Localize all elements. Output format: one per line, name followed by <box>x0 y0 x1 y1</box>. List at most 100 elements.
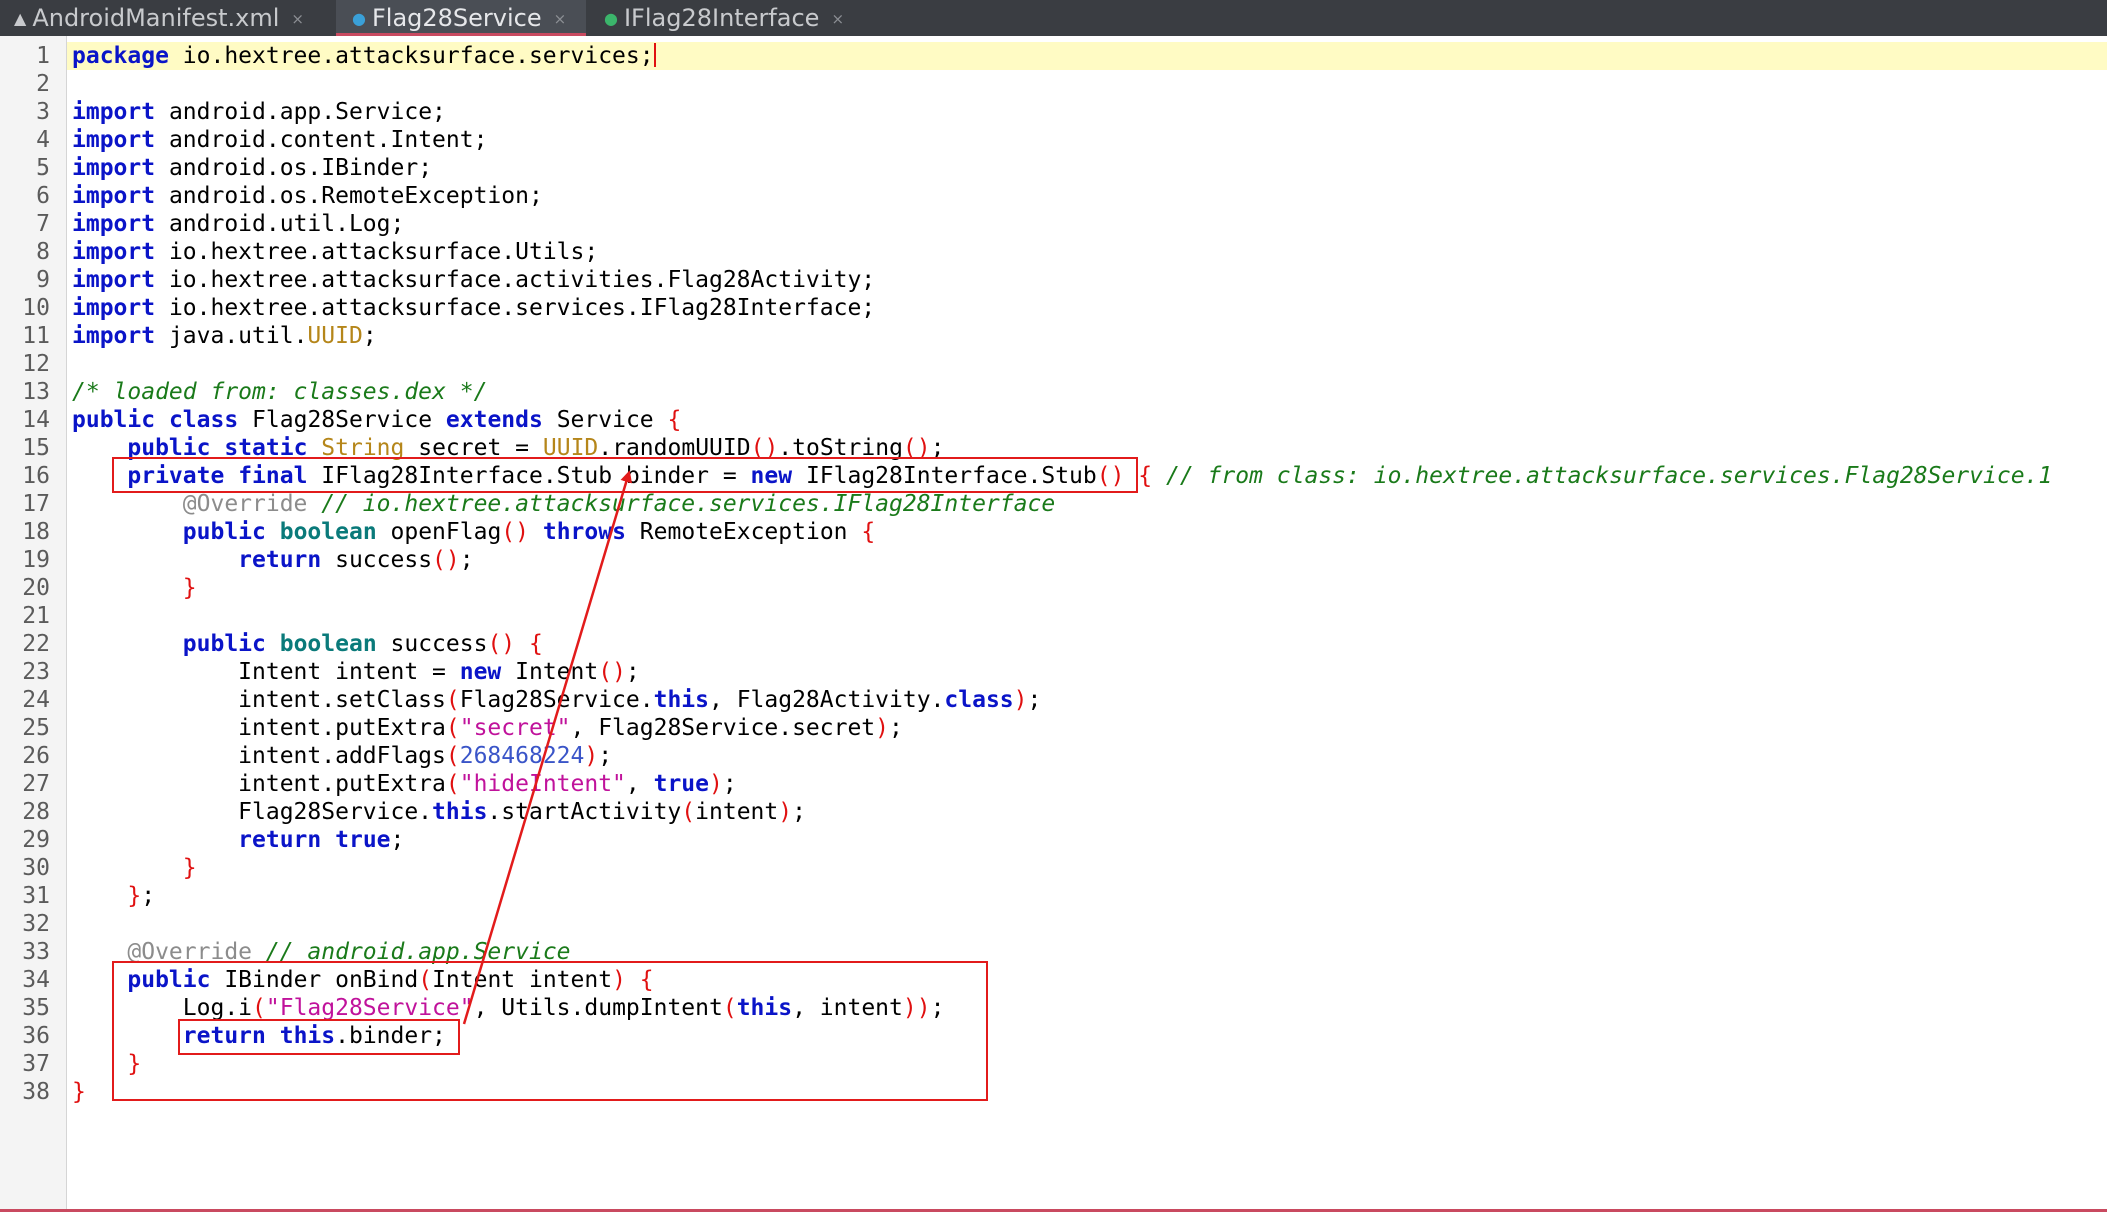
code-token: import <box>72 183 156 209</box>
line-number: 15 <box>22 435 50 461</box>
code-token: Flag28Service. <box>72 799 433 825</box>
code-token: ; <box>1027 687 1042 713</box>
code-line[interactable]: 20 } <box>0 574 2107 602</box>
code-token: Flag28Service. <box>459 687 654 713</box>
code-text: import io.hextree.attacksurface.services… <box>72 294 875 322</box>
code-token: () <box>501 519 529 545</box>
code-line[interactable]: 18 public boolean openFlag() throws Remo… <box>0 518 2107 546</box>
code-line[interactable]: 21 <box>0 602 2107 630</box>
code-line[interactable]: 26 intent.addFlags(268468224); <box>0 742 2107 770</box>
line-number: 4 <box>36 127 50 153</box>
code-token: ) <box>778 799 793 825</box>
code-line[interactable]: 7 import android.util.Log; <box>0 210 2107 238</box>
code-token: this <box>653 687 709 713</box>
code-token: Service <box>542 407 668 433</box>
line-number: 10 <box>22 295 50 321</box>
code-line[interactable]: 31 }; <box>0 882 2107 910</box>
code-line[interactable]: 23 Intent intent = new Intent(); <box>0 658 2107 686</box>
tab-flag28service[interactable]: ● Flag28Service × <box>336 0 586 36</box>
code-token: ( <box>445 743 460 769</box>
code-line[interactable]: 24 intent.setClass(Flag28Service.this, F… <box>0 686 2107 714</box>
code-token: import <box>72 127 156 153</box>
code-line[interactable]: 12 <box>0 350 2107 378</box>
code-line[interactable]: 19 return success(); <box>0 546 2107 574</box>
code-line[interactable]: 11 import java.util.UUID; <box>0 322 2107 350</box>
code-token: openFlag <box>376 519 502 545</box>
tab-label: IFlag28Interface <box>623 4 820 32</box>
code-line[interactable]: 6 import android.os.RemoteException; <box>0 182 2107 210</box>
code-line[interactable]: 8 import io.hextree.attacksurface.Utils; <box>0 238 2107 266</box>
xml-file-icon: ▲ <box>14 9 27 28</box>
tab-label: AndroidManifest.xml <box>32 4 280 32</box>
code-token: { <box>1138 463 1153 489</box>
text-caret <box>653 43 656 67</box>
code-text: return true; <box>72 826 404 854</box>
code-token: this <box>432 799 488 825</box>
code-token: intent <box>695 799 779 825</box>
line-number: 31 <box>22 883 50 909</box>
code-line[interactable]: 29 return true; <box>0 826 2107 854</box>
code-line[interactable]: 27 intent.putExtra("hideIntent", true); <box>0 770 2107 798</box>
line-number: 20 <box>22 575 50 601</box>
tab-android-manifest[interactable]: ▲ AndroidManifest.xml × <box>0 0 340 36</box>
close-icon[interactable]: × <box>291 10 304 28</box>
code-text: intent.putExtra("hideIntent", true); <box>72 770 737 798</box>
code-line[interactable]: 13 /* loaded from: classes.dex */ <box>0 378 2107 406</box>
code-token: ; <box>390 827 405 853</box>
code-token: io.hextree.attacksurface.services; <box>168 43 654 69</box>
code-token: import <box>72 267 156 293</box>
code-line[interactable]: 2 <box>0 70 2107 98</box>
code-text: } <box>72 574 197 602</box>
code-token: android.os.IBinder; <box>155 155 433 181</box>
code-token: import <box>72 99 156 125</box>
close-icon[interactable]: × <box>831 10 844 28</box>
code-token: ; <box>362 323 377 349</box>
code-line[interactable]: 4 import android.content.Intent; <box>0 126 2107 154</box>
code-token: // io.hextree.attacksurface.services.IFl… <box>321 491 1056 517</box>
code-line[interactable]: 1 package io.hextree.attacksurface.servic… <box>0 42 2107 70</box>
code-line[interactable]: 5 import android.os.IBinder; <box>0 154 2107 182</box>
code-token: public <box>72 407 156 433</box>
code-token: () <box>487 631 516 657</box>
code-token: ; <box>625 659 640 685</box>
highlight-box-binder-field <box>112 457 1138 493</box>
editor-tab-bar: ▲ AndroidManifest.xml × ● Flag28Service × ● I… <box>0 0 2107 36</box>
code-token: ) <box>1013 687 1028 713</box>
code-line[interactable]: 3 import android.app.Service; <box>0 98 2107 126</box>
code-token: android.app.Service; <box>155 99 446 125</box>
line-number: 24 <box>22 687 50 713</box>
code-line[interactable]: 28 Flag28Service.this.startActivity(inte… <box>0 798 2107 826</box>
code-token: ( <box>445 687 460 713</box>
code-editor[interactable]: 1 package io.hextree.attacksurface.servic… <box>0 36 2107 1212</box>
code-line[interactable]: 32 <box>0 910 2107 938</box>
code-line[interactable]: 25 intent.putExtra("secret", Flag28Servi… <box>0 714 2107 742</box>
code-text: public class Flag28Service extends Servi… <box>72 406 681 434</box>
code-line[interactable]: 10 import io.hextree.attacksurface.servic… <box>0 294 2107 322</box>
code-content[interactable]: 1 package io.hextree.attacksurface.servic… <box>0 42 2107 1106</box>
code-token: throws <box>542 519 626 545</box>
code-line[interactable]: 17 @Override // io.hextree.attacksurface… <box>0 490 2107 518</box>
code-text: intent.addFlags(268468224); <box>72 742 612 770</box>
code-line[interactable]: 14 public class Flag28Service extends Ser… <box>0 406 2107 434</box>
line-number: 38 <box>22 1079 50 1105</box>
code-token: import <box>72 211 156 237</box>
code-token: Intent intent = <box>72 659 460 685</box>
line-number: 29 <box>22 827 50 853</box>
close-icon[interactable]: × <box>554 10 567 28</box>
code-line[interactable]: 9 import io.hextree.attacksurface.activit… <box>0 266 2107 294</box>
code-line[interactable]: 22 public boolean success() { <box>0 630 2107 658</box>
tab-iflag28interface[interactable]: ● IFlag28Interface × <box>590 0 890 36</box>
line-number: 30 <box>22 855 50 881</box>
code-token: true <box>653 771 709 797</box>
line-number: 16 <box>22 463 50 489</box>
code-token: success <box>376 631 488 657</box>
code-line[interactable]: 30 } <box>0 854 2107 882</box>
code-token: () <box>598 659 626 685</box>
